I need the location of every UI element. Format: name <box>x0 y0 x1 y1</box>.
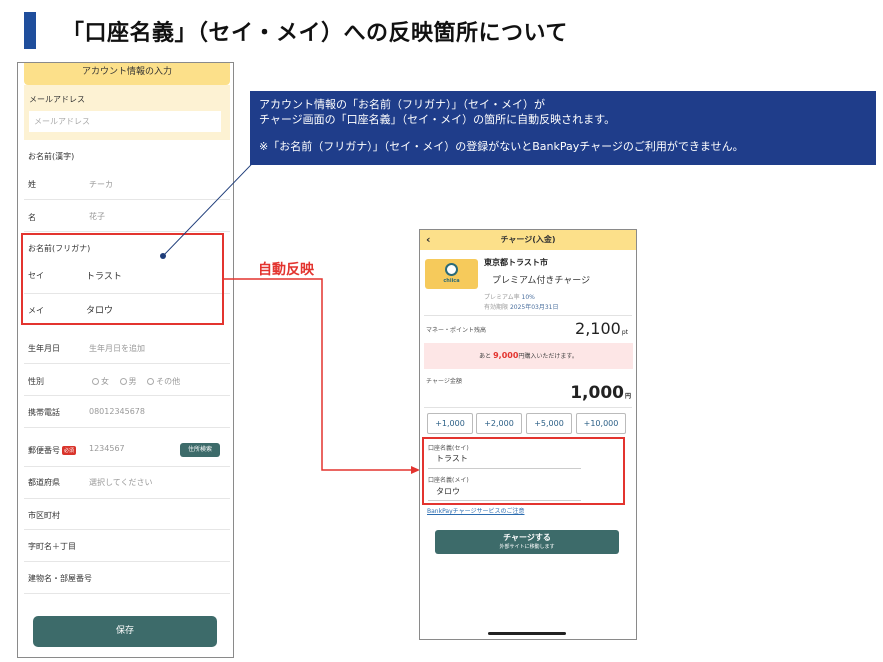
deadline: 有効期限 2025年03月31日 <box>484 304 559 311</box>
charge-amount-label: チャージ金額 <box>426 378 462 385</box>
divider <box>24 466 230 467</box>
service-notice-link[interactable]: BankPayチャージサービスのご注意 <box>427 506 524 515</box>
divider <box>24 395 230 396</box>
postal-field[interactable]: 1234567 <box>89 444 125 453</box>
prefecture-select[interactable]: 選択してください <box>89 477 153 488</box>
callout-note: ※「お名前（フリガナ）」（セイ・メイ）の登録がないとBankPayチャージのご利… <box>259 140 744 153</box>
email-field[interactable]: メールアドレス <box>29 111 221 132</box>
title-accent-bar <box>24 12 36 49</box>
add-5000-button[interactable]: +5,000 <box>526 413 572 434</box>
chiica-logo: chiica <box>425 259 478 289</box>
divider <box>24 199 230 200</box>
city-label: 市区町村 <box>28 511 60 520</box>
charge-button[interactable]: チャージする 外部サイトに移動します <box>435 530 619 554</box>
birthday-label: 生年月日 <box>28 344 60 353</box>
phone-label: 携帯電話 <box>28 408 60 417</box>
balance-label: マネー・ポイント残高 <box>426 327 487 334</box>
phone-field[interactable]: 08012345678 <box>89 407 145 416</box>
charge-button-sublabel: 外部サイトに移動します <box>499 544 555 550</box>
divider <box>24 529 230 530</box>
auto-reflect-label: 自動反映 <box>258 262 314 278</box>
balance-value: 2,100pt <box>575 319 628 338</box>
radio-icon <box>147 378 155 385</box>
gender-option-female[interactable]: 女 <box>92 377 109 386</box>
gender-option-other[interactable]: その他 <box>147 377 180 386</box>
chevron-left-icon[interactable]: ‹ <box>426 230 431 250</box>
email-section: メールアドレス メールアドレス <box>24 85 230 140</box>
logo-icon <box>445 263 458 276</box>
divider <box>424 315 632 316</box>
gender-radio-group: 女 男 その他 <box>92 376 188 387</box>
divider <box>24 427 230 428</box>
address-search-button[interactable]: 住所検索 <box>180 443 220 457</box>
prefecture-label: 都道府県 <box>28 478 60 487</box>
account-form-header: アカウント情報の入力 <box>24 63 230 85</box>
radio-icon <box>119 378 127 385</box>
charge-header: チャージ(入金) <box>420 230 636 250</box>
callout-line-2: チャージ画面の「口座名義」（セイ・メイ）の箇所に自動反映されます。 <box>259 113 616 126</box>
city-name: 東京都トラスト市 <box>484 258 548 267</box>
page-title: 「口座名義」（セイ・メイ）への反映箇所について <box>62 21 568 46</box>
divider <box>24 593 230 594</box>
mei-label: 名 <box>28 213 36 222</box>
info-callout: アカウント情報の「お名前（フリガナ）」（セイ・メイ）が チャージ画面の「口座名義… <box>250 91 876 165</box>
sei-label: 姓 <box>28 180 36 189</box>
add-2000-button[interactable]: +2,000 <box>476 413 522 434</box>
logo-text: chiica <box>443 278 460 284</box>
charge-button-label: チャージする <box>503 533 551 542</box>
divider <box>424 407 632 408</box>
kana-highlight-box <box>21 233 224 325</box>
radio-icon <box>92 378 99 385</box>
email-label: メールアドレス <box>29 95 85 104</box>
divider <box>24 231 230 232</box>
divider <box>24 498 230 499</box>
save-button[interactable]: 保存 <box>33 616 217 647</box>
sei-field[interactable]: チーカ <box>89 179 113 190</box>
account-form-screen: アカウント情報の入力 メールアドレス メールアドレス お名前(漢字) 姓 チーカ… <box>17 62 234 658</box>
mei-field[interactable]: 花子 <box>89 211 105 222</box>
callout-line-1: アカウント情報の「お名前（フリガナ）」（セイ・メイ）が <box>259 98 545 111</box>
callout-anchor-dot <box>160 253 166 259</box>
add-10000-button[interactable]: +10,000 <box>576 413 626 434</box>
street-label: 字町名＋丁目 <box>28 542 76 551</box>
postal-label: 郵便番号 必須 <box>28 446 77 455</box>
purchase-notice: あと 9,000円購入いただけます。 <box>424 343 633 369</box>
premium-rate: プレミアム率 10% <box>484 294 535 301</box>
divider <box>24 363 230 364</box>
charge-screen: チャージ(入金) ‹ chiica 東京都トラスト市 プレミアム付きチャージ プ… <box>419 229 637 640</box>
account-name-highlight-box <box>422 437 625 505</box>
auto-reflect-arrow <box>224 278 412 471</box>
charge-header-title: チャージ(入金) <box>500 235 556 244</box>
divider <box>24 561 230 562</box>
add-1000-button[interactable]: +1,000 <box>427 413 473 434</box>
gender-label: 性別 <box>28 377 44 386</box>
name-kanji-label: お名前(漢字) <box>28 152 75 161</box>
building-label: 建物名・部屋番号 <box>28 574 92 583</box>
home-indicator <box>488 632 566 635</box>
birthday-field[interactable]: 生年月日を追加 <box>89 343 145 354</box>
charge-amount-value[interactable]: 1,000円 <box>570 383 631 403</box>
product-name: プレミアム付きチャージ <box>492 276 591 286</box>
gender-option-male[interactable]: 男 <box>119 377 137 386</box>
required-badge: 必須 <box>62 446 77 455</box>
